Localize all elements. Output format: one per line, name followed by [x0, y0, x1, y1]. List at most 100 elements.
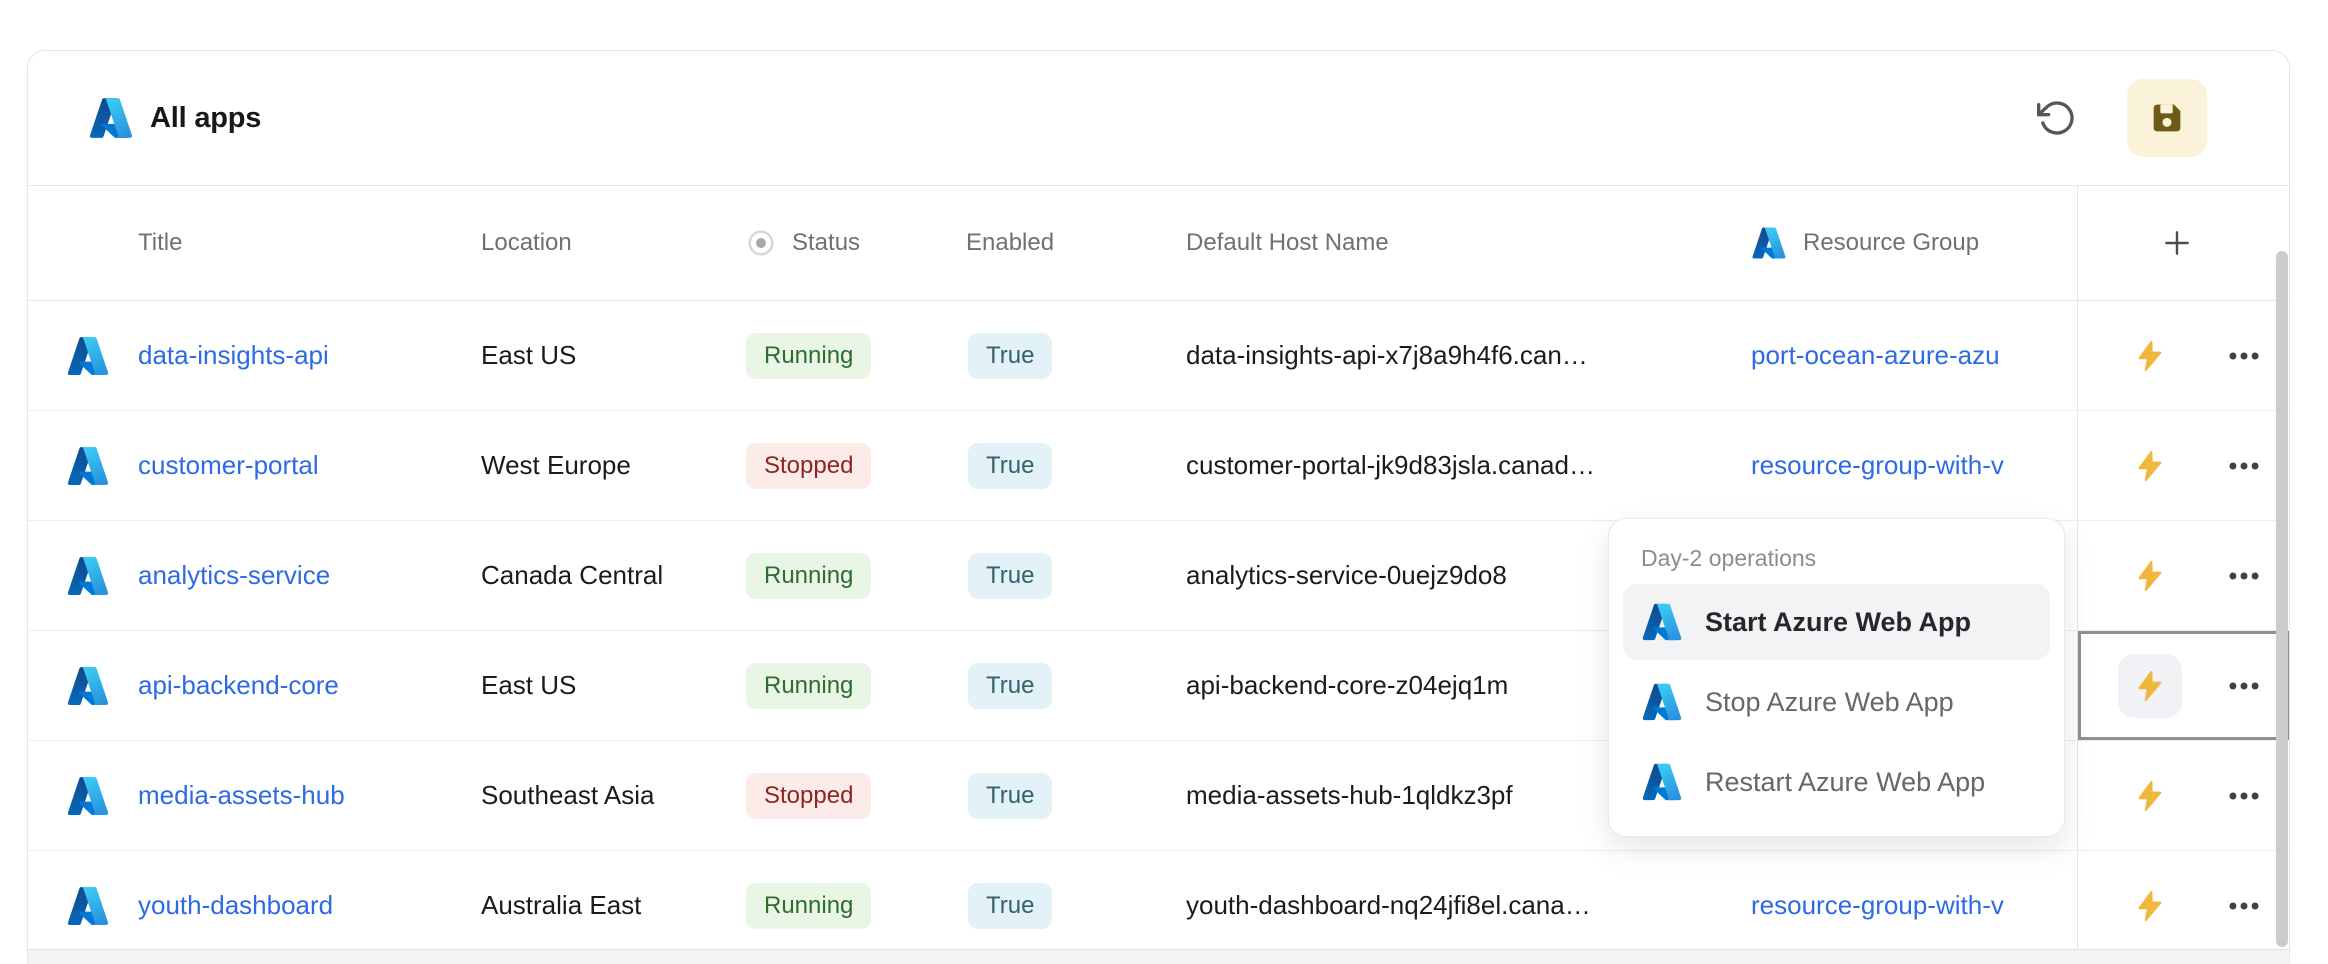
menu-item-stop-azure-web-app[interactable]: Stop Azure Web App: [1623, 664, 2050, 740]
title-cell: media-assets-hub: [138, 780, 481, 811]
card-header: All apps: [28, 51, 2289, 186]
host-name-cell: data-insights-api-x7j8a9h4f6.can…: [1186, 340, 1751, 371]
day2-operations-button[interactable]: [2118, 324, 2182, 388]
page: All apps Title: [0, 0, 2328, 964]
app-title-link[interactable]: data-insights-api: [138, 340, 329, 370]
row-actions-cell: [2077, 851, 2289, 960]
menu-item-start-azure-web-app[interactable]: Start Azure Web App: [1623, 584, 2050, 660]
column-header-resource-group[interactable]: Resource Group: [1751, 225, 2077, 261]
azure-logo-icon: [88, 95, 134, 141]
enabled-cell: True: [956, 773, 1186, 819]
row-menu-button[interactable]: [2222, 334, 2266, 378]
title-cell: analytics-service: [138, 560, 481, 591]
azure-app-icon: [66, 444, 110, 488]
location-cell: East US: [481, 340, 746, 371]
row-actions-cell: [2077, 301, 2289, 410]
column-label: Title: [138, 229, 182, 257]
location-cell: West Europe: [481, 450, 746, 481]
table-header-row: Title Location Status Enabled Default Ho…: [28, 186, 2289, 301]
status-badge: Stopped: [746, 443, 871, 489]
resource-group-link[interactable]: resource-group-with-v: [1751, 890, 2004, 920]
enabled-badge: True: [968, 663, 1052, 709]
ellipsis-icon: [2225, 557, 2263, 595]
row-menu-button[interactable]: [2222, 884, 2266, 928]
menu-section-label: Day-2 operations: [1641, 545, 2032, 572]
row-menu-button[interactable]: [2222, 664, 2266, 708]
host-name-cell: customer-portal-jk9d83jsla.canad…: [1186, 450, 1751, 481]
row-menu-button[interactable]: [2222, 774, 2266, 818]
column-label: Enabled: [956, 229, 1054, 257]
title-cell: api-backend-core: [138, 670, 481, 701]
status-badge: Running: [746, 553, 871, 599]
enabled-badge: True: [968, 333, 1052, 379]
app-title-link[interactable]: youth-dashboard: [138, 890, 333, 920]
row-icon-cell: [56, 554, 138, 598]
app-title-link[interactable]: api-backend-core: [138, 670, 339, 700]
app-title-link[interactable]: customer-portal: [138, 450, 319, 480]
host-name-cell: youth-dashboard-nq24jfi8el.cana…: [1186, 890, 1751, 921]
page-title: All apps: [150, 102, 261, 135]
column-header-title[interactable]: Title: [138, 229, 481, 257]
row-icon-cell: [56, 444, 138, 488]
day2-operations-button[interactable]: [2118, 434, 2182, 498]
menu-item-label: Restart Azure Web App: [1705, 767, 1985, 798]
lightning-icon: [2133, 559, 2167, 593]
enabled-cell: True: [956, 663, 1186, 709]
app-title-link[interactable]: media-assets-hub: [138, 780, 345, 810]
day2-operations-button[interactable]: [2118, 544, 2182, 608]
day2-operations-button[interactable]: [2118, 874, 2182, 938]
status-badge: Running: [746, 663, 871, 709]
location-cell: Australia East: [481, 890, 746, 921]
save-button[interactable]: [2127, 79, 2207, 157]
resource-group-cell: resource-group-with-v: [1751, 450, 2077, 481]
column-header-status[interactable]: Status: [746, 228, 956, 258]
menu-item-restart-azure-web-app[interactable]: Restart Azure Web App: [1623, 744, 2050, 820]
radio-icon: [746, 228, 776, 258]
day2-operations-button[interactable]: [2118, 764, 2182, 828]
azure-app-icon: [66, 334, 110, 378]
title-cell: data-insights-api: [138, 340, 481, 371]
row-menu-button[interactable]: [2222, 444, 2266, 488]
vertical-scrollbar-thumb[interactable]: [2276, 251, 2288, 947]
app-title-link[interactable]: analytics-service: [138, 560, 330, 590]
column-header-enabled[interactable]: Enabled: [956, 229, 1186, 257]
row-actions-cell: [2077, 741, 2289, 850]
row-menu-button[interactable]: [2222, 554, 2266, 598]
vertical-scrollbar[interactable]: [2275, 187, 2289, 947]
status-cell: Stopped: [746, 443, 956, 489]
resource-group-link[interactable]: resource-group-with-v: [1751, 450, 2004, 480]
ellipsis-icon: [2225, 667, 2263, 705]
day2-operations-button[interactable]: [2118, 654, 2182, 718]
title-cell: customer-portal: [138, 450, 481, 481]
resource-group-cell: resource-group-with-v: [1751, 890, 2077, 921]
status-cell: Stopped: [746, 773, 956, 819]
status-cell: Running: [746, 333, 956, 379]
azure-icon: [1641, 601, 1683, 643]
lightning-icon: [2133, 669, 2167, 703]
row-icon-cell: [56, 774, 138, 818]
horizontal-scrollbar-track[interactable]: [28, 949, 2289, 964]
location-cell: Canada Central: [481, 560, 746, 591]
row-actions-cell: [2077, 631, 2289, 740]
status-badge: Running: [746, 333, 871, 379]
status-cell: Running: [746, 883, 956, 929]
enabled-cell: True: [956, 553, 1186, 599]
row-icon-cell: [56, 334, 138, 378]
azure-app-icon: [66, 774, 110, 818]
column-label: Status: [792, 229, 860, 257]
lightning-icon: [2133, 449, 2167, 483]
column-header-host[interactable]: Default Host Name: [1186, 229, 1751, 257]
column-header-location[interactable]: Location: [481, 229, 746, 257]
azure-icon: [1751, 225, 1787, 261]
lightning-icon: [2133, 339, 2167, 373]
undo-icon: [2037, 98, 2077, 138]
column-label: Default Host Name: [1186, 229, 1389, 257]
add-column-button[interactable]: [2149, 215, 2205, 271]
row-actions-cell: [2077, 411, 2289, 520]
table-row: customer-portal West Europe Stopped True…: [28, 411, 2289, 521]
enabled-badge: True: [968, 553, 1052, 599]
plus-icon: [2161, 227, 2193, 259]
undo-button[interactable]: [2035, 96, 2079, 140]
resource-group-link[interactable]: port-ocean-azure-azu: [1751, 340, 2000, 370]
enabled-badge: True: [968, 443, 1052, 489]
